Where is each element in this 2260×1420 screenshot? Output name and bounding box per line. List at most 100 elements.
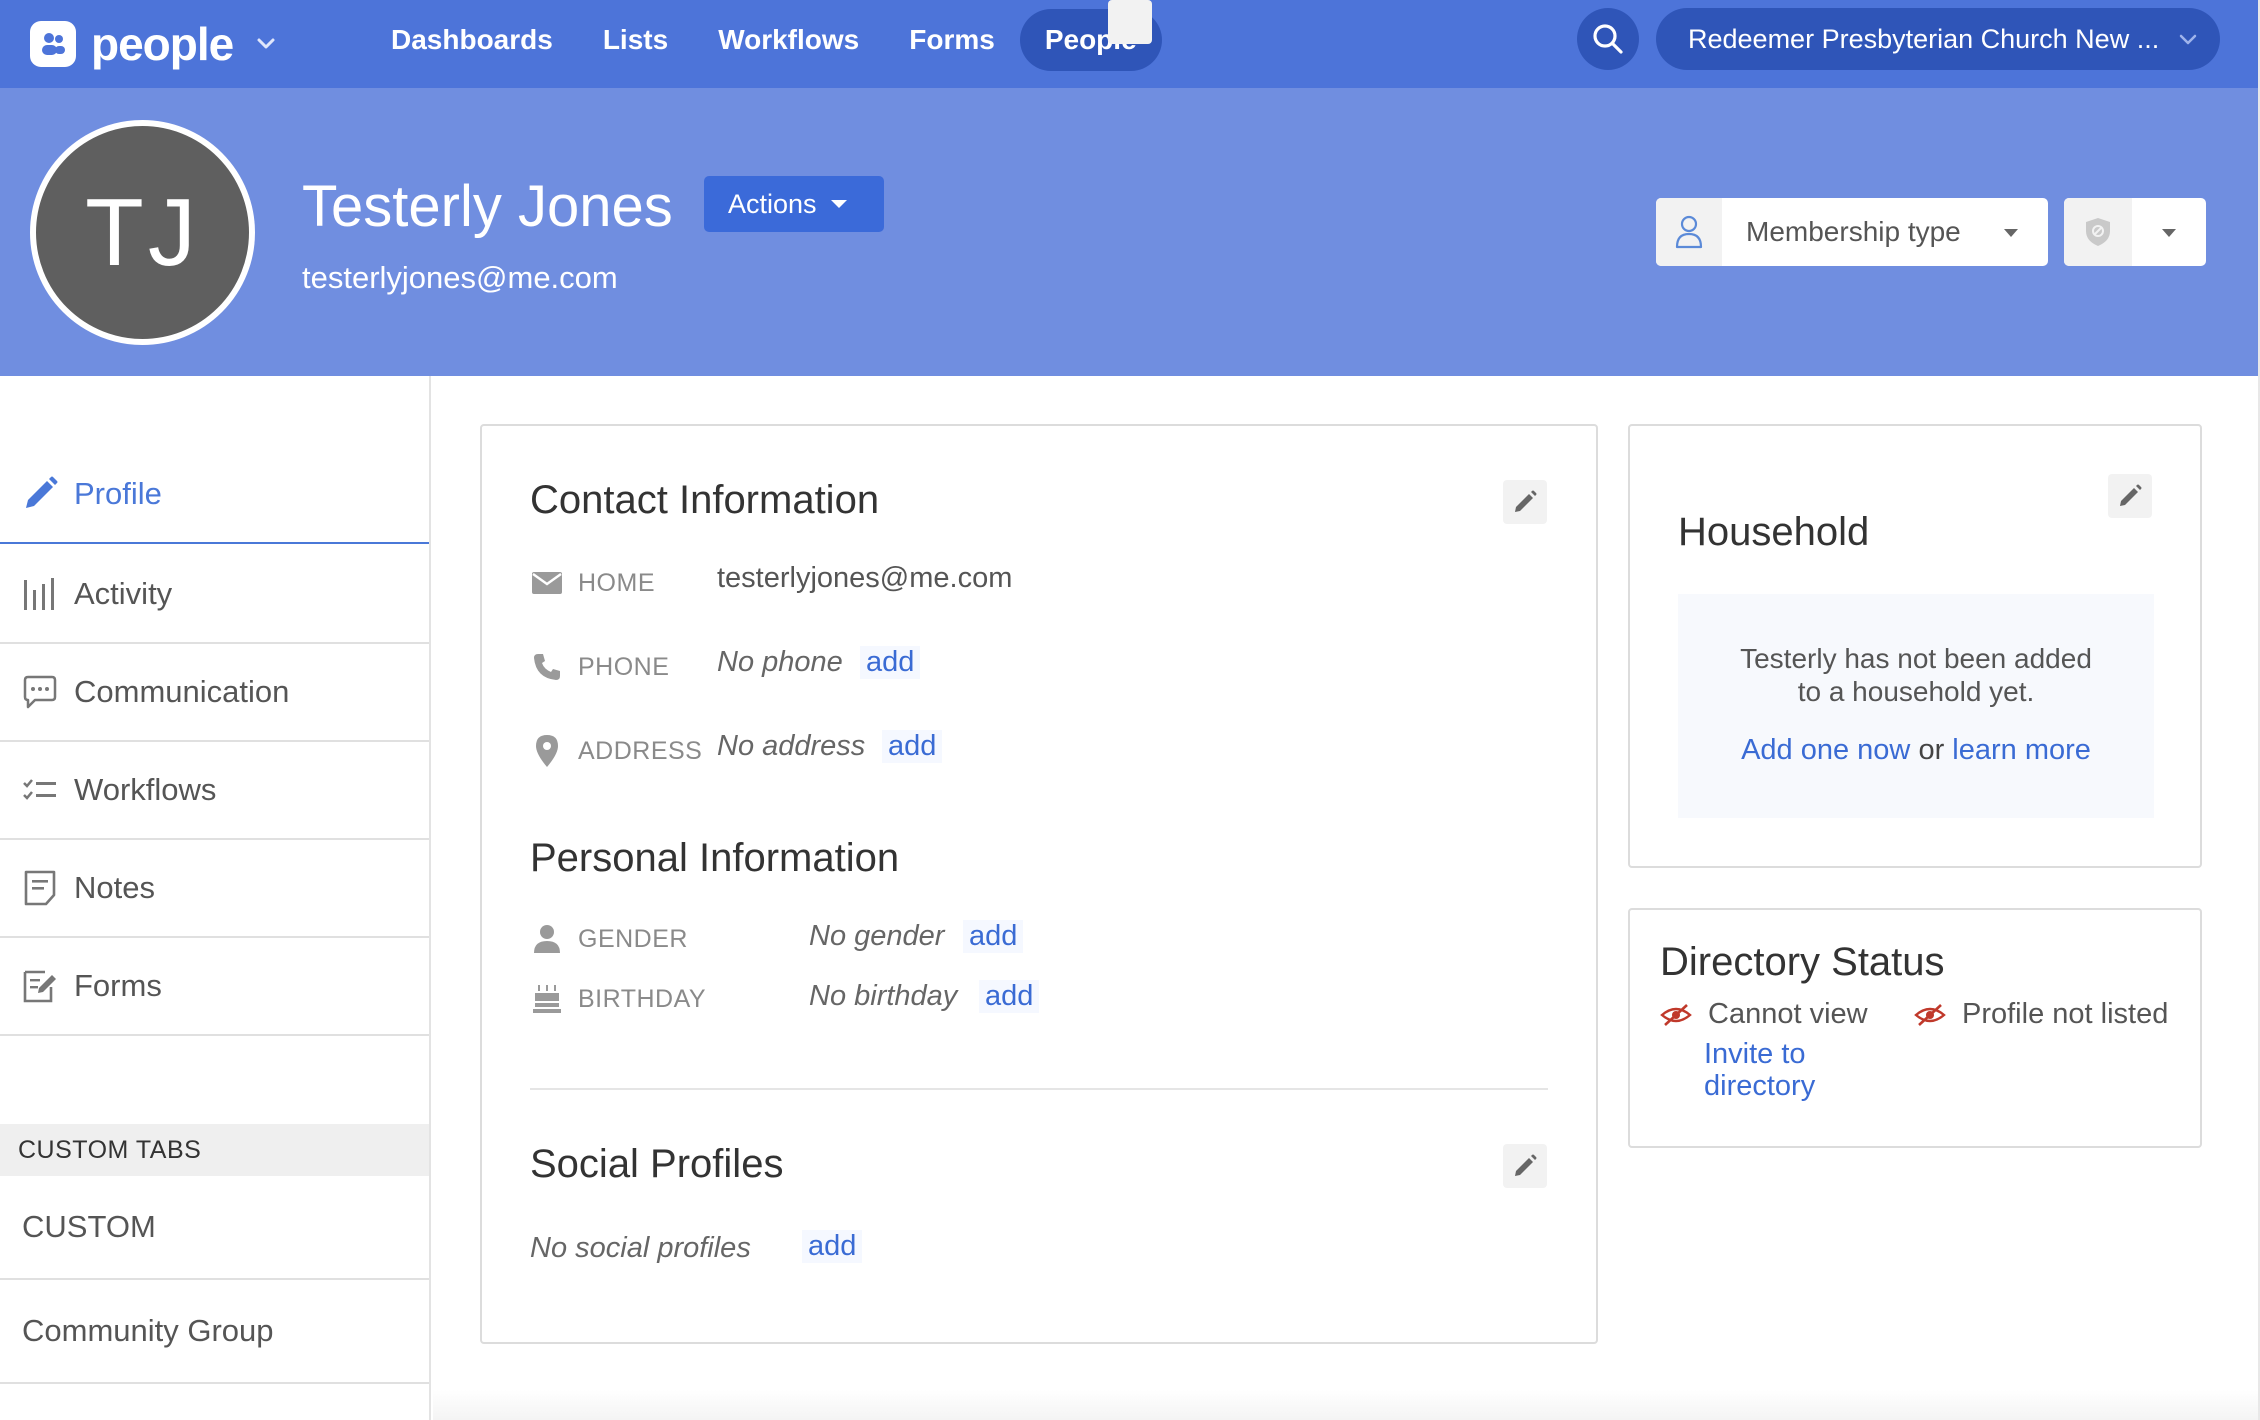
profile-header: TJ Testerly Jones Actions testerlyjones@… xyxy=(0,88,2258,376)
pencil-icon xyxy=(20,474,60,514)
sidebar-item-label: Notes xyxy=(74,870,155,905)
add-gender-link[interactable]: add xyxy=(963,920,1024,953)
phone-value: No phone xyxy=(717,646,843,678)
pencil-icon xyxy=(1515,1154,1537,1176)
add-household-link[interactable]: Add one now xyxy=(1741,734,1910,766)
household-message-line-2: to a household yet. xyxy=(1797,676,2035,707)
avatar-initials: TJ xyxy=(85,178,200,286)
gender-value: No gender xyxy=(809,920,945,952)
organization-select[interactable]: Redeemer Presbyterian Church New ... xyxy=(1656,8,2220,70)
contact-row-address: ADDRESS xyxy=(530,734,702,768)
section-divider xyxy=(530,1088,1548,1090)
person-email: testerlyjones@me.com xyxy=(302,260,618,295)
nav-dashboards[interactable]: Dashboards xyxy=(366,9,578,71)
activity-bars-icon xyxy=(20,574,60,614)
home-label: HOME xyxy=(578,568,655,597)
sidebar-item-label: Communication xyxy=(74,674,290,709)
directory-status-title: Directory Status xyxy=(1660,940,1945,984)
add-social-profile-link[interactable]: add xyxy=(802,1230,863,1263)
contact-information-title: Contact Information xyxy=(530,478,880,522)
actions-label: Actions xyxy=(728,188,817,219)
sidebar-item-profile[interactable]: Profile xyxy=(0,446,429,544)
personal-information-title: Personal Information xyxy=(530,836,900,880)
nav-lists[interactable]: Lists xyxy=(578,9,693,71)
checklist-icon xyxy=(20,770,60,810)
personal-row-birthday: BIRTHDAY xyxy=(530,982,706,1016)
cannot-view-text: Cannot view xyxy=(1708,998,1868,1030)
people-logo-icon xyxy=(30,21,76,67)
profile-not-listed-text: Profile not listed xyxy=(1962,998,2169,1030)
location-pin-icon xyxy=(530,734,564,768)
caret-down-icon xyxy=(830,200,847,208)
pencil-icon xyxy=(1515,490,1537,512)
profile-sidebar: Profile Activity Communication Workflows… xyxy=(0,376,431,1420)
chat-bubble-icon xyxy=(20,672,60,712)
add-birthday-link[interactable]: add xyxy=(979,980,1040,1013)
sidebar-item-communication[interactable]: Communication xyxy=(0,644,429,742)
phone-icon xyxy=(530,650,564,684)
household-message-line-1: Testerly has not been added xyxy=(1740,643,2092,674)
caret-down-icon xyxy=(2004,229,2018,237)
membership-type-placeholder: Membership type xyxy=(1746,216,1961,247)
hidden-eye-icon xyxy=(1660,1000,1694,1030)
app-name: people xyxy=(91,18,234,70)
edit-contact-button[interactable] xyxy=(1503,480,1547,524)
person-outline-icon xyxy=(1656,198,1722,266)
edit-household-button[interactable] xyxy=(2108,474,2152,518)
sidebar-item-notes[interactable]: Notes xyxy=(0,840,429,938)
main-nav: Dashboards Lists Workflows Forms People xyxy=(366,9,1162,71)
mail-icon xyxy=(530,566,564,600)
sidebar-item-label: Activity xyxy=(74,576,173,611)
household-message: Testerly has not been added to a househo… xyxy=(1678,642,2154,708)
phone-label: PHONE xyxy=(578,652,670,681)
birthday-label: BIRTHDAY xyxy=(578,984,707,1013)
gender-label: GENDER xyxy=(578,924,688,953)
contact-information-card xyxy=(480,424,1598,1344)
add-phone-link[interactable]: add xyxy=(860,646,921,679)
custom-tab-custom[interactable]: CUSTOM xyxy=(0,1176,429,1280)
address-value: No address xyxy=(717,730,866,762)
membership-type-select[interactable]: Membership type xyxy=(1656,198,2048,266)
social-profiles-title: Social Profiles xyxy=(530,1142,784,1186)
nav-workflows[interactable]: Workflows xyxy=(693,9,884,71)
contact-row-home: HOME xyxy=(530,566,655,600)
avatar[interactable]: TJ xyxy=(30,120,255,345)
sidebar-item-activity[interactable]: Activity xyxy=(0,546,429,644)
household-empty-state: Testerly has not been added to a househo… xyxy=(1678,594,2154,818)
learn-more-link[interactable]: learn more xyxy=(1952,734,2091,766)
sidebar-item-workflows[interactable]: Workflows xyxy=(0,742,429,840)
sidebar-item-label: Forms xyxy=(74,968,162,1003)
form-edit-icon xyxy=(20,966,60,1006)
household-links: Add one now or learn more xyxy=(1678,734,2154,767)
search-button[interactable] xyxy=(1577,8,1639,70)
app-switcher[interactable]: people xyxy=(30,16,279,72)
contact-row-phone: PHONE xyxy=(530,650,669,684)
search-icon xyxy=(1593,24,1623,54)
person-name: Testerly Jones xyxy=(302,174,673,239)
invite-link-line-2: directory xyxy=(1704,1070,1816,1102)
sidebar-item-forms[interactable]: Forms xyxy=(0,938,429,1036)
address-label: ADDRESS xyxy=(578,736,703,765)
custom-tabs-heading: CUSTOM TABS xyxy=(0,1124,429,1176)
invite-to-directory-link[interactable]: Invite to directory xyxy=(1704,1038,1904,1102)
sidebar-item-label: Profile xyxy=(74,476,162,511)
shield-icon xyxy=(2064,198,2132,266)
note-icon xyxy=(20,868,60,908)
directory-cannot-view: Cannot view xyxy=(1660,998,1868,1031)
sidebar-item-label: Workflows xyxy=(74,772,217,807)
actions-dropdown-button[interactable]: Actions xyxy=(704,176,884,232)
personal-row-gender: GENDER xyxy=(530,922,688,956)
edit-social-profiles-button[interactable] xyxy=(1503,1144,1547,1188)
invite-link-line-1: Invite to xyxy=(1704,1038,1806,1070)
home-email-value[interactable]: testerlyjones@me.com xyxy=(717,562,1012,595)
hidden-eye-icon xyxy=(1914,1000,1948,1030)
social-profiles-value: No social profiles xyxy=(530,1232,751,1264)
chevron-down-icon xyxy=(257,38,275,49)
chevron-down-icon xyxy=(2179,34,2197,45)
status-select[interactable] xyxy=(2064,198,2206,266)
organization-name: Redeemer Presbyterian Church New ... xyxy=(1688,23,2160,54)
directory-profile-not-listed: Profile not listed xyxy=(1914,998,2168,1031)
nav-forms[interactable]: Forms xyxy=(884,9,1020,71)
custom-tab-community-group[interactable]: Community Group xyxy=(0,1280,429,1384)
add-address-link[interactable]: add xyxy=(882,730,943,763)
